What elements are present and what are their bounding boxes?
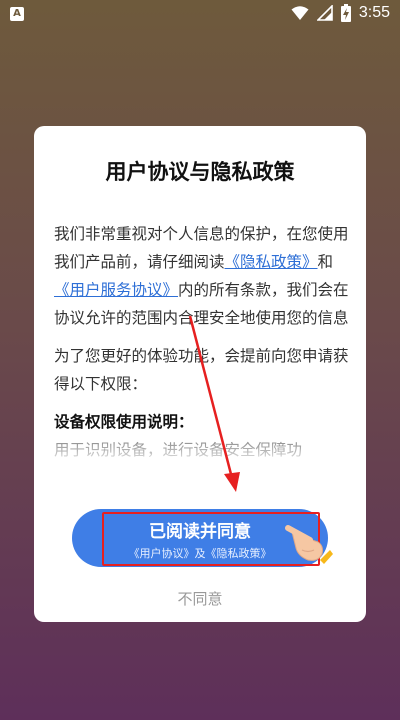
privacy-policy-link[interactable]: 《隐私政策》 — [225, 253, 318, 271]
policy-text-and: 和 — [317, 253, 334, 271]
tap-hand-icon — [285, 525, 333, 564]
policy-body[interactable]: 我们非常重视对个人信息的保护，在您使用我们产品前，请仔细阅读《隐私政策》和《用户… — [54, 220, 350, 460]
status-icons: 3:55 — [291, 4, 390, 22]
battery-charging-icon — [340, 4, 351, 22]
policy-paragraph-1: 我们非常重视对个人信息的保护，在您使用我们产品前，请仔细阅读《隐私政策》和《用户… — [54, 220, 350, 332]
app-notification-icon: A — [10, 7, 24, 21]
permissions-heading: 设备权限使用说明： — [54, 413, 194, 431]
policy-paragraph-2: 为了您更好的体验功能，会提前向您申请获得以下权限： — [54, 347, 349, 393]
wifi-icon — [291, 6, 309, 20]
signal-icon — [316, 5, 333, 21]
permission-description: 用于识别设备，进行设备安全保障功 — [54, 441, 303, 459]
user-service-agreement-link[interactable]: 《用户服务协议》 — [54, 281, 178, 299]
dialog-title: 用户协议与隐私政策 — [105, 160, 295, 184]
status-bar: A 3:55 — [0, 0, 400, 28]
disagree-button[interactable]: 不同意 — [34, 588, 366, 609]
clock-time: 3:55 — [358, 4, 390, 21]
